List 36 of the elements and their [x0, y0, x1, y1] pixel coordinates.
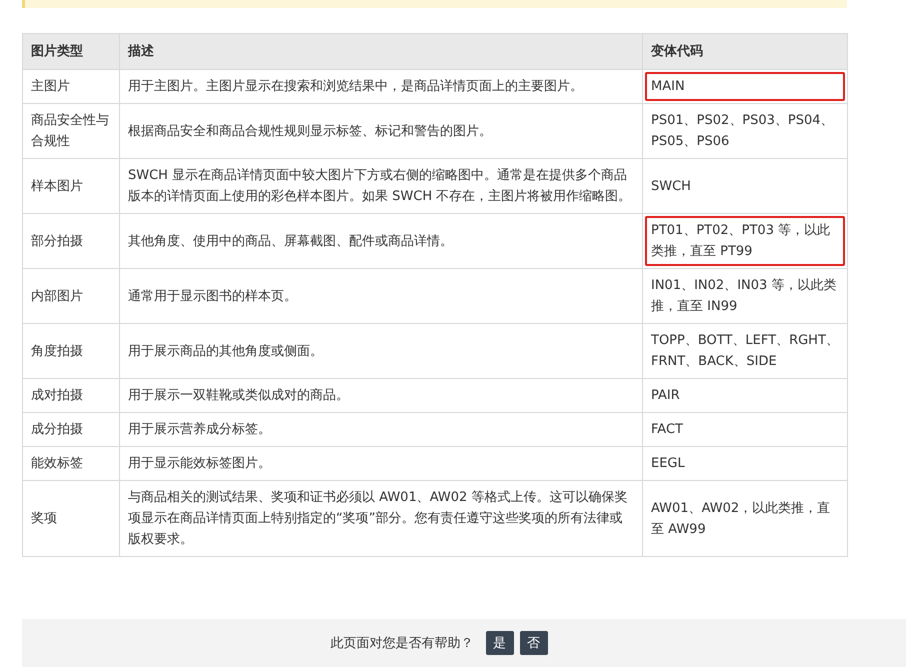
- highlighted-code: PT01、PT02、PT03 等，以此类推，直至 PT99: [645, 216, 845, 266]
- column-header: 图片类型: [22, 34, 120, 70]
- table-cell: 商品安全性与合规性: [22, 104, 120, 158]
- feedback-button[interactable]: 是: [486, 631, 514, 655]
- table-cell: 样本图片: [22, 158, 120, 214]
- table-cell-text: AW01、AW02，以此类推，直至 AW99: [651, 500, 832, 538]
- table-cell: 奖项: [22, 480, 120, 556]
- table-cell: 用于主图片。主图片显示在搜索和浏览结果中，是商品详情页面上的主要图片。: [120, 70, 642, 104]
- table-cell: 用于展示商品的其他角度或侧面。: [120, 324, 642, 378]
- table-cell: 能效标签: [22, 446, 120, 480]
- table-cell: 用于展示一双鞋靴或类似成对的商品。: [120, 378, 642, 412]
- table-cell-text: SWCH: [651, 178, 692, 196]
- table-cell-text: FACT: [651, 421, 684, 439]
- column-header: 变体代码: [642, 34, 848, 70]
- table-cell: 通常用于显示图书的样本页。: [120, 268, 642, 324]
- table-cell: 部分拍摄: [22, 214, 120, 268]
- table-cell: 与商品相关的测试结果、奖项和证书必须以 AW01、AW02 等格式上传。这可以确保奖项显示在商品详情页面上特别指定的“奖项”部分。您有责任遵守这些奖项的所有法律或版权要求。: [120, 480, 642, 556]
- table-cell-text: IN01、IN02、IN03 等，以此类推，直至 IN99: [651, 277, 838, 316]
- table-cell: 内部图片: [22, 268, 120, 324]
- feedback-question: 此页面对您是否有帮助？: [330, 635, 474, 652]
- table-cell: 其他角度、使用中的商品、屏幕截图、配件或商品详情。: [120, 214, 642, 268]
- table-cell-text: PS01、PS02、PS03、PS04、PS05、PS06: [651, 112, 835, 151]
- table-cell-text: PAIR: [651, 387, 681, 405]
- table-cell: 根据商品安全和商品合规性规则显示标签、标记和警告的图片。: [120, 104, 642, 158]
- feedback-button[interactable]: 否: [520, 631, 548, 655]
- table-cell: 用于展示营养成分标签。: [120, 412, 642, 446]
- highlighted-code: MAIN: [645, 72, 845, 101]
- table-cell: 主图片: [22, 70, 120, 104]
- table-cell: 成对拍摄: [22, 378, 120, 412]
- table-cell: 用于显示能效标签图片。: [120, 446, 642, 480]
- table-cell: 成分拍摄: [22, 412, 120, 446]
- table-cell-text: EEGL: [651, 455, 686, 473]
- table-cell-text: TOPP、BOTT、LEFT、RGHT、FRNT、BACK、SIDE: [651, 332, 839, 371]
- table-cell: SWCH 显示在商品详情页面中较大图片下方或右侧的缩略图中。通常是在提供多个商品版本的详情页面上使用的彩色样本图片。如果 SWCH 不存在，主图片将被用作缩略图。: [120, 158, 642, 214]
- column-header: 描述: [120, 34, 642, 70]
- table-cell: 角度拍摄: [22, 324, 120, 378]
